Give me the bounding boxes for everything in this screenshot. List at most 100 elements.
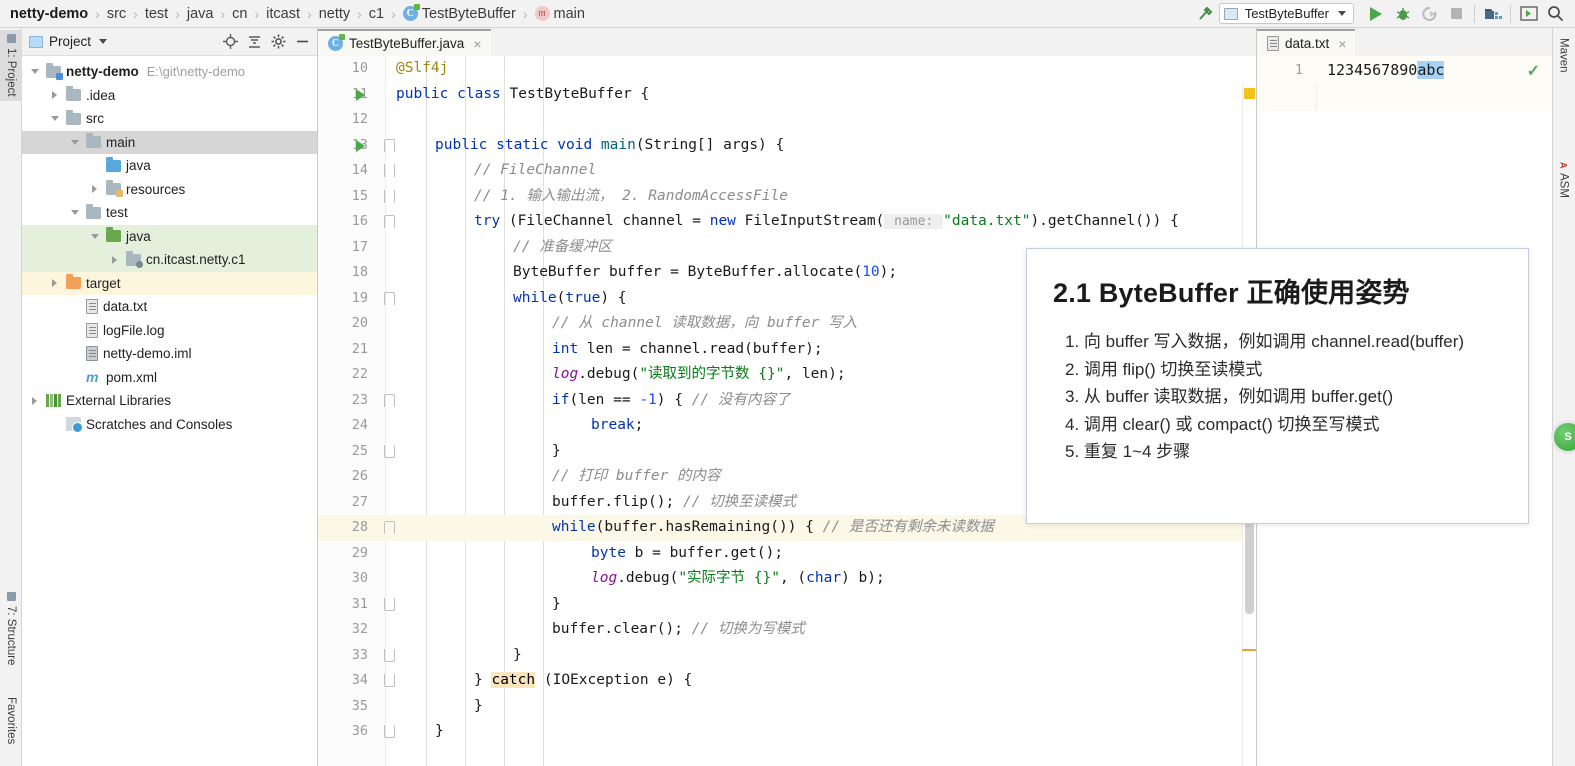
code-line-16[interactable]: 16 try (FileChannel channel = new FileInp… <box>318 209 1256 235</box>
code-fold-marker[interactable] <box>384 138 395 152</box>
code-line-32[interactable]: 32 buffer.clear(); // 切换为写模式 <box>318 617 1256 643</box>
run-with-coverage-button[interactable] <box>1416 1 1443 27</box>
chevron-down-icon[interactable] <box>68 206 81 219</box>
code-line-35[interactable]: 35} <box>318 694 1256 720</box>
chevron-right-icon[interactable] <box>48 89 61 102</box>
code-line-33[interactable]: 33} <box>318 643 1256 669</box>
token-ident: b = buffer.get(); <box>625 544 784 561</box>
build-icon[interactable] <box>1192 1 1219 27</box>
editor-tab-testbytebuffer[interactable]: C TestByteBuffer.java × <box>318 29 491 56</box>
breadcrumb-item-c1[interactable]: c1 <box>368 6 385 22</box>
sidebar-tab-structure[interactable]: 7: Structure <box>0 588 22 669</box>
search-icon[interactable] <box>1542 1 1569 27</box>
code-line-36[interactable]: 36} <box>318 719 1256 745</box>
tree-item-test[interactable]: test <box>22 201 317 225</box>
gutter-run-icon[interactable] <box>356 88 365 101</box>
code-fold-marker[interactable] <box>384 674 395 687</box>
close-icon[interactable]: × <box>1338 36 1346 52</box>
code-line-14[interactable]: 14 // FileChannel <box>318 158 1256 184</box>
token-cmt: // 1. 输入输出流， 2. RandomAccessFile <box>474 187 788 204</box>
code-line-34[interactable]: 34} catch (IOException e) { <box>318 668 1256 694</box>
close-icon[interactable]: × <box>473 36 481 52</box>
tree-item--idea[interactable]: .idea <box>22 84 317 108</box>
chevron-down-icon[interactable] <box>88 230 101 243</box>
breadcrumb-item-cn[interactable]: cn <box>231 6 248 22</box>
chevron-down-icon[interactable] <box>68 136 81 149</box>
breadcrumb-item-netty[interactable]: netty <box>318 6 351 22</box>
sidebar-tab-project[interactable]: 1: Project <box>0 30 22 101</box>
code-line-12[interactable]: 12 <box>318 107 1256 133</box>
code-fold-marker[interactable] <box>384 189 395 203</box>
warning-marker[interactable] <box>1244 88 1255 99</box>
stop-button[interactable] <box>1443 1 1470 27</box>
target-icon[interactable] <box>223 34 238 49</box>
tree-item-netty-demo[interactable]: netty-demo E:\git\netty-demo <box>22 60 317 84</box>
chevron-down-icon[interactable] <box>99 39 108 44</box>
tree-item-main[interactable]: main <box>22 130 317 154</box>
sidebar-tab-maven[interactable]: Maven <box>1552 34 1575 77</box>
folder-gray-icon <box>66 109 81 125</box>
code-fold-marker[interactable] <box>384 725 395 738</box>
tree-item-src[interactable]: src <box>22 107 317 131</box>
code-line-30[interactable]: 30 log.debug("实际字节 {}", (char) b); <box>318 566 1256 592</box>
tree-item-logfile-log[interactable]: logFile.log <box>22 319 317 343</box>
code-line-10[interactable]: 10 @Slf4j <box>318 56 1256 82</box>
code-line-29[interactable]: 29 byte b = buffer.get(); <box>318 541 1256 567</box>
chevron-right-icon[interactable] <box>28 394 41 407</box>
chevron-right-icon[interactable] <box>108 253 121 266</box>
tree-item-target[interactable]: target <box>22 271 317 295</box>
terminal-button[interactable] <box>1515 1 1542 27</box>
breadcrumb-item-testbytebuffer[interactable]: C TestByteBuffer <box>402 4 517 22</box>
chevron-right-icon[interactable] <box>48 277 61 290</box>
token-kw: try <box>474 213 501 229</box>
code-fold-marker[interactable] <box>384 393 395 407</box>
breadcrumb-item-src[interactable]: src <box>106 6 127 22</box>
project-icon <box>29 35 43 48</box>
gutter-run-icon[interactable] <box>356 139 365 152</box>
chevron-down-icon[interactable] <box>48 112 61 125</box>
breadcrumb[interactable]: netty-demo › src › test › java › cn › itcast › netty… <box>0 0 586 27</box>
tree-item-external-libraries[interactable]: External Libraries <box>22 389 317 413</box>
sidebar-tab-favorites[interactable]: Favorites <box>0 693 22 748</box>
tree-item-scratches-and-consoles[interactable]: Scratches and Consoles <box>22 413 317 437</box>
code-fold-marker[interactable] <box>384 215 395 228</box>
code-fold-marker[interactable] <box>384 597 395 611</box>
tree-item-pom-xml[interactable]: m pom.xml <box>22 366 317 390</box>
code-fold-marker[interactable] <box>384 164 395 177</box>
breadcrumb-item-java[interactable]: java <box>186 6 215 22</box>
breadcrumb-item-netty-demo[interactable]: netty-demo <box>9 6 89 22</box>
collapse-all-icon[interactable] <box>247 34 262 49</box>
chevron-down-icon[interactable] <box>28 65 41 78</box>
debug-button[interactable] <box>1389 1 1416 27</box>
code-fold-marker[interactable] <box>384 444 395 458</box>
editor-tab-data-txt[interactable]: data.txt × <box>1257 29 1356 56</box>
tree-item-java[interactable]: java <box>22 154 317 178</box>
code-line-15[interactable]: 15 // 1. 输入输出流， 2. RandomAccessFile <box>318 184 1256 210</box>
code-fold-marker[interactable] <box>384 521 395 534</box>
run-configuration-selector[interactable]: TestByteBuffer <box>1218 3 1354 24</box>
tree-item-data-txt[interactable]: data.txt <box>22 295 317 319</box>
breadcrumb-item-main[interactable]: m main <box>534 6 586 22</box>
token-ident <box>487 137 496 153</box>
chevron-right-icon[interactable] <box>88 183 101 196</box>
project-tree[interactable]: netty-demo E:\git\netty-demo .idea src main j… <box>22 56 317 436</box>
run-button[interactable] <box>1362 1 1389 27</box>
tree-item-cn-itcast-netty-c1[interactable]: cn.itcast.netty.c1 <box>22 248 317 272</box>
minimize-icon[interactable] <box>295 34 310 49</box>
tree-item-netty-demo-iml[interactable]: netty-demo.iml <box>22 342 317 366</box>
code-fold-marker[interactable] <box>384 648 395 662</box>
code-fold-marker[interactable] <box>384 291 395 305</box>
breadcrumb-item-itcast[interactable]: itcast <box>265 6 301 22</box>
floating-action-badge[interactable]: S <box>1551 420 1575 454</box>
code-line-13[interactable]: 13 public static void main(String[] args)… <box>318 133 1256 159</box>
tree-item-java[interactable]: java <box>22 224 317 248</box>
project-structure-button[interactable] <box>1479 1 1506 27</box>
code-line-11[interactable]: 11 public class TestByteBuffer { <box>318 82 1256 108</box>
data-line[interactable]: 1 1234567890abc ✓ <box>1257 56 1552 83</box>
breadcrumb-item-test[interactable]: test <box>144 6 169 22</box>
gear-icon[interactable] <box>271 34 286 49</box>
scratches-icon-icon <box>66 417 83 434</box>
code-line-31[interactable]: 31} <box>318 592 1256 618</box>
tree-item-resources[interactable]: resources <box>22 178 317 202</box>
sidebar-tab-asm[interactable]: A ASM <box>1552 158 1575 201</box>
